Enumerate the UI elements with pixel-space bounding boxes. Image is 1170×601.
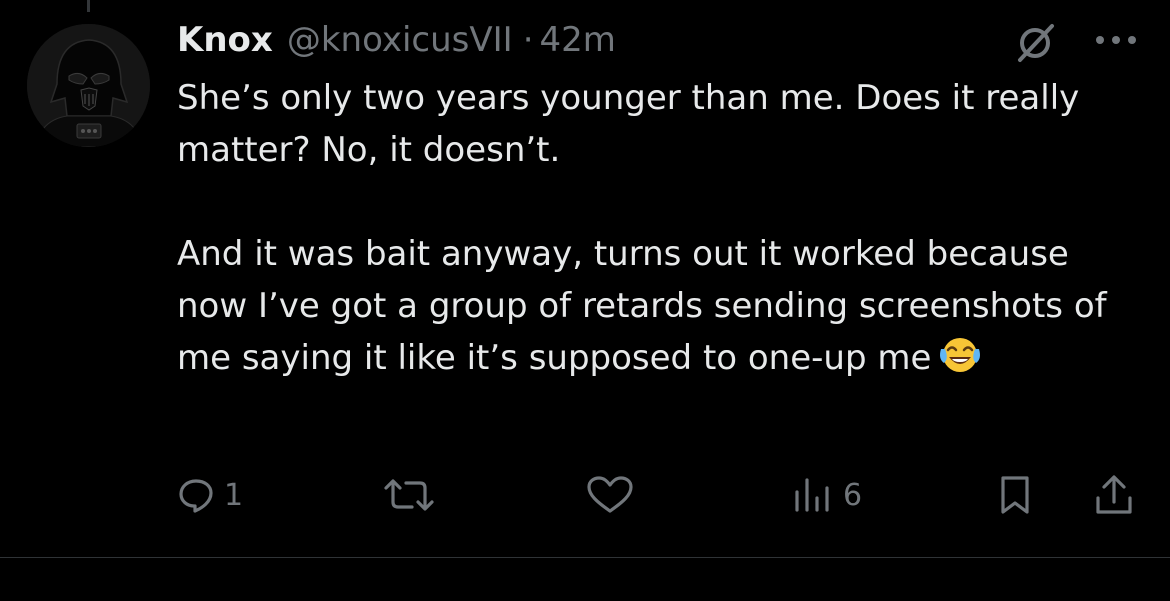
author-handle[interactable]: @knoxicusVII: [287, 20, 513, 60]
like-button[interactable]: [585, 470, 635, 520]
darth-vader-avatar-icon: [27, 24, 150, 147]
retweet-button[interactable]: [382, 470, 436, 520]
bookmark-icon: [1001, 476, 1029, 514]
tweet-action-bar: 1 6: [0, 470, 1170, 520]
tweet-timestamp[interactable]: 42m: [540, 20, 616, 60]
reply-count: 1: [224, 477, 244, 513]
bookmark-button[interactable]: [998, 470, 1032, 520]
header-separator: ·: [522, 20, 534, 60]
more-options-icon[interactable]: [1094, 30, 1138, 50]
views-button[interactable]: 6: [793, 470, 862, 520]
reply-icon: [179, 479, 213, 513]
retweet-icon: [384, 479, 434, 511]
reply-button[interactable]: 1: [178, 470, 243, 520]
thread-connector-line: [87, 0, 90, 12]
tweet-header: Knox @knoxicusVII · 42m: [177, 16, 616, 64]
views-bar-icon: [795, 478, 829, 512]
heart-icon: [587, 476, 633, 513]
tweet-divider: [0, 557, 1170, 558]
share-button[interactable]: [1094, 470, 1134, 520]
grok-icon[interactable]: [1014, 22, 1056, 64]
tears-of-joy-emoji-icon: [937, 335, 983, 375]
tweet-paragraph-1: She’s only two years younger than me. Do…: [177, 78, 1080, 170]
tweet-body: She’s only two years younger than me. Do…: [177, 72, 1137, 384]
author-avatar[interactable]: [27, 24, 150, 147]
share-icon: [1096, 475, 1132, 514]
author-name[interactable]: Knox: [177, 20, 273, 60]
tweet-paragraph-2: And it was bait anyway, turns out it wor…: [177, 228, 1137, 384]
views-count: 6: [843, 477, 863, 513]
